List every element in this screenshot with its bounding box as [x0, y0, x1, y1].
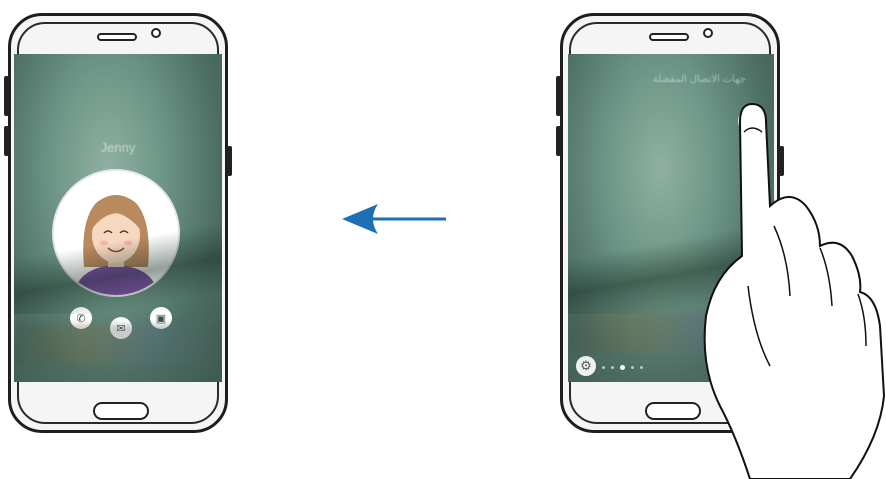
speaker [649, 33, 689, 41]
page-dot-active [620, 365, 625, 370]
contact-name: Jenny [100, 140, 136, 155]
left-screen: Jenny ✆ ✉ ▣ [14, 54, 222, 382]
edge-panel-title: جهات الاتصال المفضلة [652, 74, 746, 85]
front-camera [703, 28, 713, 38]
video-icon: ▣ [155, 312, 167, 325]
left-phone: Jenny ✆ ✉ ▣ [4, 13, 232, 433]
home-button[interactable] [93, 402, 149, 420]
settings-button[interactable]: ⚙ [576, 356, 596, 376]
page-dot [631, 366, 634, 369]
person-avatar-icon [54, 171, 178, 295]
page-dot [602, 366, 605, 369]
app-dock [14, 324, 222, 364]
speaker [97, 33, 137, 41]
call-icon: ✆ [76, 312, 86, 325]
pointing-hand-illustration [703, 102, 886, 479]
volume-key [4, 76, 9, 116]
page-indicator [602, 365, 643, 370]
volume-key [556, 76, 561, 116]
bixby-key [556, 126, 561, 156]
swipe-direction-arrow [342, 204, 446, 234]
power-key [227, 146, 232, 176]
front-camera [151, 28, 161, 38]
page-dot [611, 366, 614, 369]
contact-avatar[interactable] [52, 169, 180, 297]
gear-icon: ⚙ [580, 358, 592, 373]
bixby-key [4, 126, 9, 156]
page-dot [640, 366, 643, 369]
